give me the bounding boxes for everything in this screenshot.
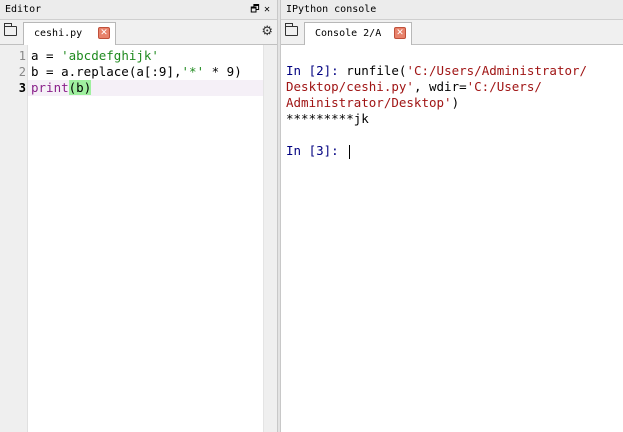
text-cursor <box>349 144 351 159</box>
tab-ceshi-py[interactable]: ceshi.py ✕ <box>23 22 116 45</box>
code-line[interactable]: 3 print(b) <box>0 80 264 96</box>
code-text: a = 'abcdefghijk' <box>31 48 159 64</box>
tab-close-icon[interactable]: ✕ <box>98 27 110 39</box>
code-token: print <box>31 80 69 95</box>
tab-label: ceshi.py <box>34 28 83 39</box>
browse-tabs-icon[interactable] <box>285 23 298 36</box>
editor-vertical-scrollbar[interactable] <box>263 45 277 432</box>
console-output[interactable]: In [2]: runfile('C:/Users/Administrator/… <box>281 45 623 432</box>
console-line: Desktop/ceshi.py', wdir='C:/Users/ <box>286 79 542 95</box>
browse-tabs-icon[interactable] <box>4 23 17 36</box>
console-line: In [2]: runfile('C:/Users/Administrator/ <box>286 63 587 79</box>
editor-title: Editor <box>5 4 42 15</box>
console-token: Administrator/Desktop' <box>286 95 452 110</box>
input-prompt: In [2]: <box>286 63 347 78</box>
console-titlebar: IPython console <box>281 0 623 20</box>
input-prompt: In [3]: <box>286 143 347 158</box>
code-editor[interactable]: 1 a = 'abcdefghijk' 2 b = a.replace(a[:9],'… <box>0 45 277 432</box>
code-token: 'abcdefghijk' <box>61 48 159 63</box>
code-token: * 9) <box>204 64 242 79</box>
code-token: '*' <box>181 64 205 79</box>
undock-icon[interactable]: 🗗 <box>249 0 261 19</box>
code-line[interactable]: 2 b = a.replace(a[:9],'*' * 9) <box>0 64 264 80</box>
console-token: runfile( <box>346 63 407 78</box>
code-text: b = a.replace(a[:9],'*' * 9) <box>31 64 242 80</box>
code-token: (b) <box>68 80 92 95</box>
gear-icon[interactable]: ⚙ <box>261 24 273 39</box>
line-number: 3 <box>18 81 26 95</box>
console-token: 'C:/Users/Administrator/ <box>406 63 588 78</box>
tab-console[interactable]: Console 2/A ✕ <box>304 22 412 45</box>
code-text: print(b) <box>31 80 92 96</box>
close-icon[interactable]: ✕ <box>261 0 273 19</box>
tab-close-icon[interactable]: ✕ <box>394 27 406 39</box>
editor-tab-row: ceshi.py ✕ ⚙ <box>0 20 277 45</box>
console-line: In [3]: <box>286 143 351 159</box>
editor-pane: Editor 🗗 ✕ ceshi.py ✕ ⚙ 1a = 'abcdefghijk… <box>0 0 277 432</box>
console-token: ) <box>451 95 460 110</box>
editor-title-controls: 🗗 ✕ <box>249 0 273 19</box>
console-token: 'C:/Users/ <box>466 79 542 94</box>
tab-label: Console 2/A <box>315 28 382 39</box>
console-token: *********jk <box>286 111 369 126</box>
console-title: IPython console <box>286 4 377 15</box>
code-line[interactable]: 1 a = 'abcdefghijk' <box>0 48 264 64</box>
code-token: a = <box>31 48 62 63</box>
console-tab-row: Console 2/A ✕ <box>281 20 623 45</box>
line-number: 1 <box>18 49 26 63</box>
line-number-gutter <box>0 45 28 432</box>
line-number: 2 <box>18 65 26 79</box>
console-pane: IPython console Console 2/A ✕ In [2]: ru… <box>281 0 623 432</box>
console-token: , wdir= <box>413 79 467 94</box>
console-token: Desktop/ceshi.py' <box>286 79 414 94</box>
editor-titlebar: Editor 🗗 ✕ <box>0 0 277 20</box>
console-line: Administrator/Desktop') <box>286 95 459 111</box>
code-token: b = a.replace(a[:9], <box>31 64 182 79</box>
console-line: *********jk <box>286 111 369 127</box>
